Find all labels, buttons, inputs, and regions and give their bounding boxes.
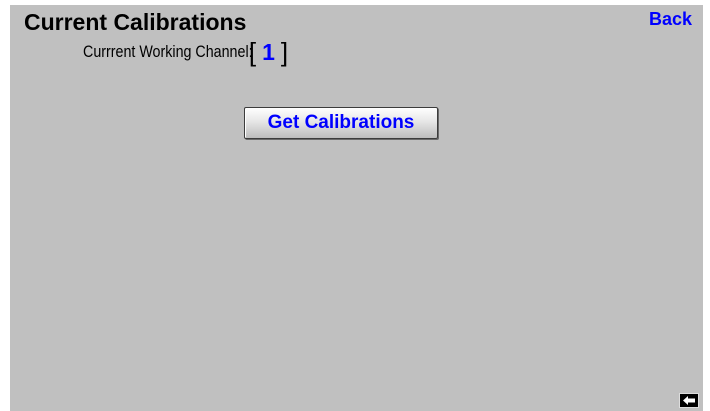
left-arrow-icon [683,396,695,405]
get-calibrations-label: Get Calibrations [267,112,415,133]
page-title: Current Calibrations [24,9,247,35]
nav-back-button[interactable] [679,393,699,408]
get-calibrations-button[interactable]: Get Calibrations [244,107,438,139]
channel-close-bracket: ] [280,37,289,67]
channel-label: Currrent Working Channel: [83,42,253,61]
channel-value: 1 [262,38,275,65]
channel-row: Currrent Working Channel: [ 1 ] [83,36,288,68]
screen: Current Calibrations Back Currrent Worki… [10,5,703,411]
back-link[interactable]: Back [649,8,692,30]
